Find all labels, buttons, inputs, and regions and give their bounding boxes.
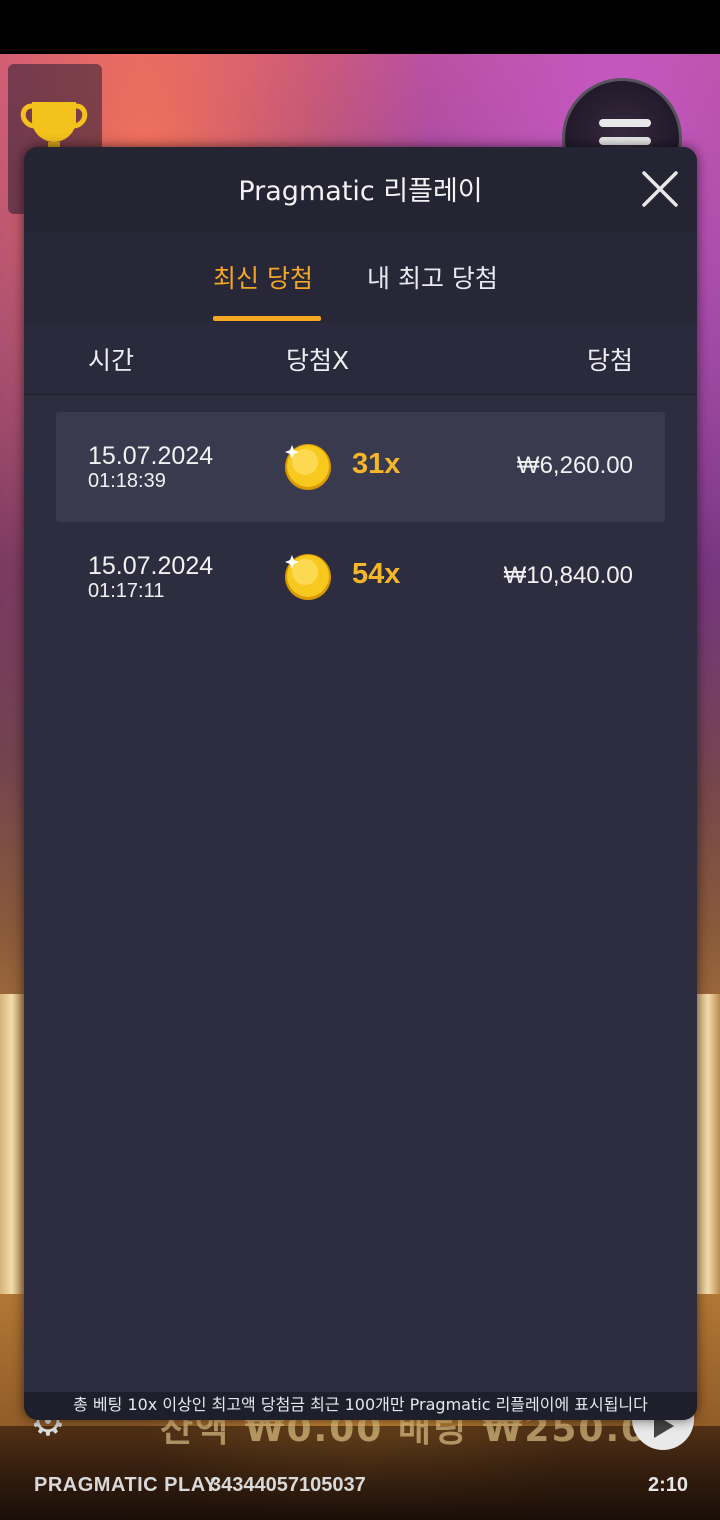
tab-my-best-wins[interactable]: 내 최고 당첨 xyxy=(367,259,498,295)
row-win-amount: ₩10,840.00 xyxy=(503,562,633,589)
row-time: 01:18:39 xyxy=(88,470,166,492)
column-header: 시간 당첨X 당첨 xyxy=(24,323,697,395)
active-tab-indicator xyxy=(213,316,321,321)
clock: 2:10 xyxy=(647,1474,688,1496)
brand-label: PRAGMATIC PLAY xyxy=(34,1474,218,1496)
row-time: 01:17:11 xyxy=(88,580,165,602)
right-pillar xyxy=(696,994,720,1294)
close-button[interactable] xyxy=(640,169,680,209)
replay-modal: Pragmatic 리플레이 최신 당첨 내 최고 당첨 시간 당첨X 당첨 1… xyxy=(24,147,697,1420)
column-win: 당첨 xyxy=(586,346,633,375)
left-pillar xyxy=(0,994,24,1294)
gold-coin-icon xyxy=(285,444,331,490)
table-row[interactable]: 15.07.2024 01:18:39 31x ₩6,260.00 xyxy=(56,412,665,522)
tab-latest-wins[interactable]: 최신 당첨 xyxy=(213,259,313,295)
hamburger-menu-line xyxy=(599,137,651,145)
tabs-bar: 최신 당첨 내 최고 당첨 xyxy=(24,231,697,323)
row-multiplier: 54x xyxy=(352,558,401,590)
row-win-amount: ₩6,260.00 xyxy=(516,452,633,479)
close-icon xyxy=(642,171,678,207)
gold-coin-icon xyxy=(285,554,331,600)
session-id: 34344057105037 xyxy=(210,1474,366,1496)
column-time: 시간 xyxy=(88,346,135,375)
hamburger-menu-icon xyxy=(599,119,651,127)
row-multiplier: 31x xyxy=(352,448,401,480)
footnote: 총 베팅 10x 이상인 최고액 당첨금 최근 100개만 Pragmatic … xyxy=(24,1392,697,1420)
modal-header: Pragmatic 리플레이 xyxy=(24,147,697,231)
row-date: 15.07.2024 xyxy=(88,442,214,470)
table-row[interactable]: 15.07.2024 01:17:11 54x ₩10,840.00 xyxy=(56,522,665,632)
row-date: 15.07.2024 xyxy=(88,552,214,580)
modal-title: Pragmatic 리플레이 xyxy=(238,176,483,207)
column-multiplier: 당첨X xyxy=(286,346,350,375)
